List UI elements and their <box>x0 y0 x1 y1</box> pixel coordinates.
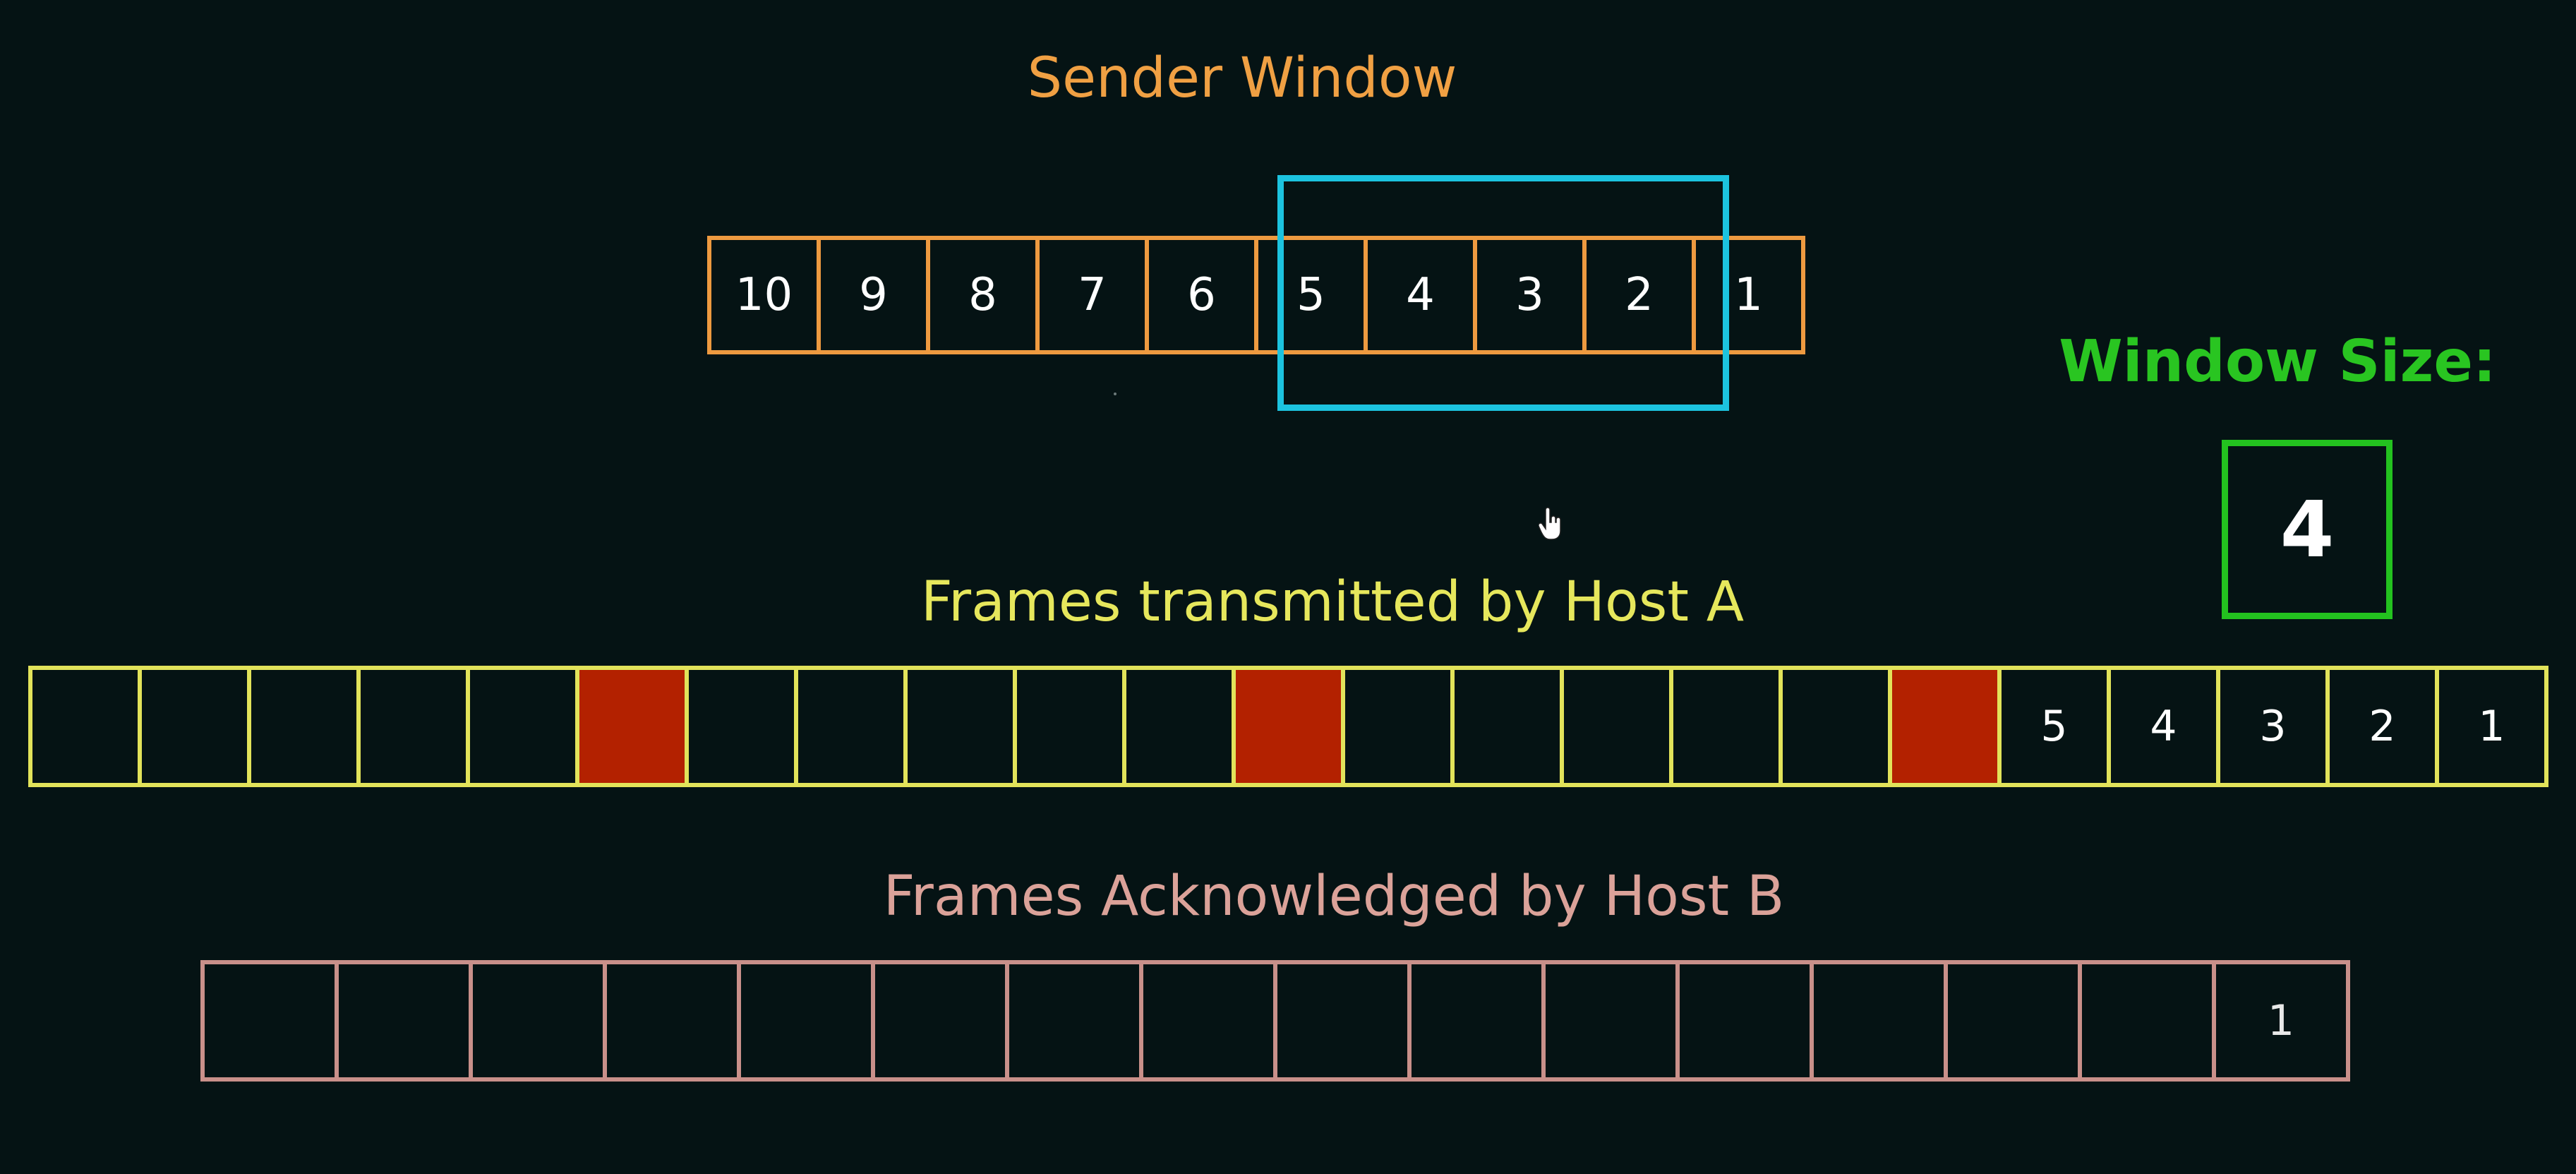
window-size-value: 4 <box>2280 484 2335 575</box>
transmitted-frame-cell <box>356 666 470 787</box>
acknowledged-frame-cell: 1 <box>2212 960 2350 1082</box>
acknowledged-frame-cell <box>335 960 473 1082</box>
host-b-title: Frames Acknowledged by Host B <box>883 865 1785 928</box>
transmitted-frame-cell <box>1341 666 1455 787</box>
lost-frame-cell <box>1232 666 1345 787</box>
transmitted-frame-cell: 3 <box>2216 666 2330 787</box>
sender-window-title: Sender Window <box>1027 47 1457 110</box>
acknowledged-frame-cell <box>1273 960 1412 1082</box>
transmitted-frame-cell <box>794 666 908 787</box>
window-size-label: Window Size: <box>2059 328 2496 395</box>
acknowledged-frame-cell <box>871 960 1009 1082</box>
acknowledged-frame-cell <box>1810 960 1948 1082</box>
transmitted-frame-cell <box>1450 666 1564 787</box>
sender-frame-cell: 8 <box>926 236 1040 354</box>
host-b-frames-row: 1 <box>200 960 2350 1082</box>
acknowledged-frame-cell <box>1675 960 1814 1082</box>
transmitted-frame-cell <box>466 666 579 787</box>
acknowledged-frame-cell <box>200 960 339 1082</box>
transmitted-frame-cell <box>685 666 798 787</box>
acknowledged-frame-cell <box>1407 960 1546 1082</box>
window-size-box: 4 <box>2222 440 2393 619</box>
acknowledged-frame-cell <box>469 960 607 1082</box>
stray-dot <box>1114 393 1117 395</box>
sender-frame-cell: 7 <box>1035 236 1149 354</box>
transmitted-frame-cell <box>247 666 361 787</box>
acknowledged-frame-cell <box>1139 960 1277 1082</box>
hand-cursor-icon <box>1539 507 1561 540</box>
transmitted-frame-cell: 4 <box>2107 666 2220 787</box>
sliding-window-frame <box>1277 175 1729 411</box>
acknowledged-frame-cell <box>737 960 875 1082</box>
transmitted-frame-cell <box>28 666 142 787</box>
acknowledged-frame-cell <box>1541 960 1680 1082</box>
host-a-frames-row: 54321 <box>28 666 2548 787</box>
acknowledged-frame-cell <box>1005 960 1143 1082</box>
transmitted-frame-cell: 1 <box>2435 666 2548 787</box>
transmitted-frame-cell <box>1122 666 1236 787</box>
acknowledged-frame-cell <box>2078 960 2216 1082</box>
lost-frame-cell <box>1888 666 2002 787</box>
transmitted-frame-cell <box>903 666 1017 787</box>
sender-frame-cell: 10 <box>707 236 821 354</box>
host-a-title: Frames transmitted by Host A <box>920 570 1745 634</box>
acknowledged-frame-cell <box>1944 960 2082 1082</box>
sender-frame-cell: 9 <box>817 236 930 354</box>
transmitted-frame-cell <box>1013 666 1126 787</box>
transmitted-frame-cell: 2 <box>2325 666 2439 787</box>
transmitted-frame-cell: 5 <box>1997 666 2111 787</box>
sender-frame-cell: 6 <box>1145 236 1258 354</box>
transmitted-frame-cell <box>138 666 251 787</box>
acknowledged-frame-cell <box>603 960 741 1082</box>
lost-frame-cell <box>575 666 689 787</box>
transmitted-frame-cell <box>1669 666 1783 787</box>
transmitted-frame-cell <box>1560 666 1673 787</box>
transmitted-frame-cell <box>1778 666 1892 787</box>
